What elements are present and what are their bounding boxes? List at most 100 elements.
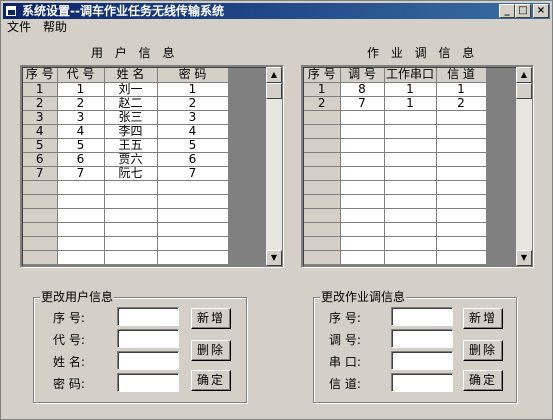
- scroll-down-icon[interactable]: ▼: [266, 250, 282, 266]
- row-seq[interactable]: 2: [23, 96, 58, 111]
- table-row[interactable]: 2 2 赵二 2: [23, 96, 229, 111]
- row-seq[interactable]: 2: [304, 96, 341, 111]
- table-row[interactable]: 1811: [304, 82, 487, 97]
- scroll-thumb[interactable]: [266, 83, 282, 99]
- users-grid[interactable]: 序 号 代 号 姓 名 密 码 1 1 刘一 1 2 2 赵二 2 3 3 张三 3 4 4 李四 4 …: [20, 65, 284, 268]
- table-row[interactable]: 7 7 阮七 7: [23, 166, 229, 181]
- table-row-empty[interactable]: [304, 124, 487, 139]
- table-row-empty[interactable]: [23, 194, 229, 209]
- scroll-up-icon[interactable]: ▲: [516, 67, 532, 83]
- users-col-seq[interactable]: 序 号: [23, 68, 58, 83]
- jobs-scrollbar[interactable]: ▲ ▼: [516, 67, 532, 266]
- cell-password[interactable]: 7: [157, 166, 229, 181]
- cell-code[interactable]: 7: [57, 166, 105, 181]
- cell-name[interactable]: 李四: [104, 124, 158, 139]
- row-seq[interactable]: 3: [23, 110, 58, 125]
- row-seq[interactable]: 1: [304, 82, 341, 97]
- users-scrollbar[interactable]: ▲ ▼: [266, 67, 282, 266]
- table-row-empty[interactable]: [304, 138, 487, 153]
- minimize-button[interactable]: _: [499, 4, 515, 18]
- cell-code[interactable]: 4: [57, 124, 105, 139]
- menu-help[interactable]: 帮助: [43, 20, 67, 35]
- table-row-empty[interactable]: [23, 236, 229, 251]
- cell-password[interactable]: 3: [157, 110, 229, 125]
- cell-channel[interactable]: 1: [436, 82, 487, 97]
- table-row-empty[interactable]: [304, 250, 487, 265]
- job-seq-field[interactable]: [391, 307, 453, 326]
- table-row-empty[interactable]: [304, 166, 487, 181]
- table-row[interactable]: 6 6 贾六 6: [23, 152, 229, 167]
- cell-name[interactable]: 刘一: [104, 82, 158, 97]
- cell-password[interactable]: 4: [157, 124, 229, 139]
- cell-code[interactable]: 3: [57, 110, 105, 125]
- cell-name[interactable]: 张三: [104, 110, 158, 125]
- maximize-button[interactable]: □: [515, 4, 531, 18]
- table-row-empty[interactable]: [23, 180, 229, 195]
- user-code-field[interactable]: [117, 329, 179, 348]
- cell-code[interactable]: 6: [57, 152, 105, 167]
- close-button[interactable]: ×: [533, 4, 549, 18]
- user-password-field[interactable]: [117, 373, 179, 392]
- users-col-code[interactable]: 代 号: [57, 68, 105, 83]
- jobs-col-seq[interactable]: 序 号: [304, 68, 341, 83]
- row-seq[interactable]: 1: [23, 82, 58, 97]
- jobs-col-port[interactable]: 工作串口: [384, 68, 437, 83]
- cell-name[interactable]: 贾六: [104, 152, 158, 167]
- cell-password[interactable]: 2: [157, 96, 229, 111]
- scroll-thumb[interactable]: [516, 83, 532, 99]
- table-row-empty[interactable]: [304, 110, 487, 125]
- scroll-up-icon[interactable]: ▲: [266, 67, 282, 83]
- cell-code[interactable]: 2: [57, 96, 105, 111]
- menu-file[interactable]: 文件: [7, 20, 31, 35]
- table-row-empty[interactable]: [304, 208, 487, 223]
- users-col-password[interactable]: 密 码: [157, 68, 229, 83]
- cell-name[interactable]: 赵二: [104, 96, 158, 111]
- table-row[interactable]: 5 5 王五 5: [23, 138, 229, 153]
- job-num-field[interactable]: [391, 329, 453, 348]
- table-row-empty[interactable]: [23, 208, 229, 223]
- cell-name[interactable]: 王五: [104, 138, 158, 153]
- table-row-empty[interactable]: [304, 236, 487, 251]
- cell-password[interactable]: 1: [157, 82, 229, 97]
- cell-port[interactable]: 1: [384, 82, 437, 97]
- row-seq[interactable]: 5: [23, 138, 58, 153]
- job-confirm-button[interactable]: 确定: [463, 370, 503, 391]
- jobs-grid[interactable]: 序 号 调 号 工作串口 信 道 1811 2712 ▲ ▼: [301, 65, 534, 268]
- table-row-empty[interactable]: [304, 194, 487, 209]
- cell-num[interactable]: 7: [340, 96, 385, 111]
- row-seq[interactable]: 4: [23, 124, 58, 139]
- job-port-field[interactable]: [391, 351, 453, 370]
- cell-code[interactable]: 1: [57, 82, 105, 97]
- cell-num[interactable]: 8: [340, 82, 385, 97]
- cell-password[interactable]: 6: [157, 152, 229, 167]
- table-row-empty[interactable]: [304, 180, 487, 195]
- row-seq[interactable]: 7: [23, 166, 58, 181]
- table-row[interactable]: 2712: [304, 96, 487, 111]
- table-row-empty[interactable]: [304, 152, 487, 167]
- table-row-empty[interactable]: [23, 250, 229, 265]
- user-confirm-button[interactable]: 确定: [191, 370, 231, 391]
- table-row-empty[interactable]: [23, 222, 229, 237]
- cell-code[interactable]: 5: [57, 138, 105, 153]
- user-code-label: 代 号:: [53, 333, 85, 347]
- job-channel-field[interactable]: [391, 373, 453, 392]
- jobs-col-num[interactable]: 调 号: [340, 68, 385, 83]
- row-seq[interactable]: 6: [23, 152, 58, 167]
- cell-name[interactable]: 阮七: [104, 166, 158, 181]
- user-add-button[interactable]: 新增: [191, 308, 231, 329]
- job-add-button[interactable]: 新增: [463, 308, 503, 329]
- table-row[interactable]: 4 4 李四 4: [23, 124, 229, 139]
- table-row-empty[interactable]: [304, 222, 487, 237]
- user-seq-field[interactable]: [117, 307, 179, 326]
- cell-channel[interactable]: 2: [436, 96, 487, 111]
- jobs-col-channel[interactable]: 信 道: [436, 68, 487, 83]
- table-row[interactable]: 3 3 张三 3: [23, 110, 229, 125]
- cell-password[interactable]: 5: [157, 138, 229, 153]
- user-delete-button[interactable]: 删除: [191, 340, 231, 361]
- user-name-field[interactable]: [117, 351, 179, 370]
- cell-port[interactable]: 1: [384, 96, 437, 111]
- job-delete-button[interactable]: 删除: [463, 340, 503, 361]
- users-col-name[interactable]: 姓 名: [104, 68, 158, 83]
- scroll-down-icon[interactable]: ▼: [516, 250, 532, 266]
- table-row[interactable]: 1 1 刘一 1: [23, 82, 229, 97]
